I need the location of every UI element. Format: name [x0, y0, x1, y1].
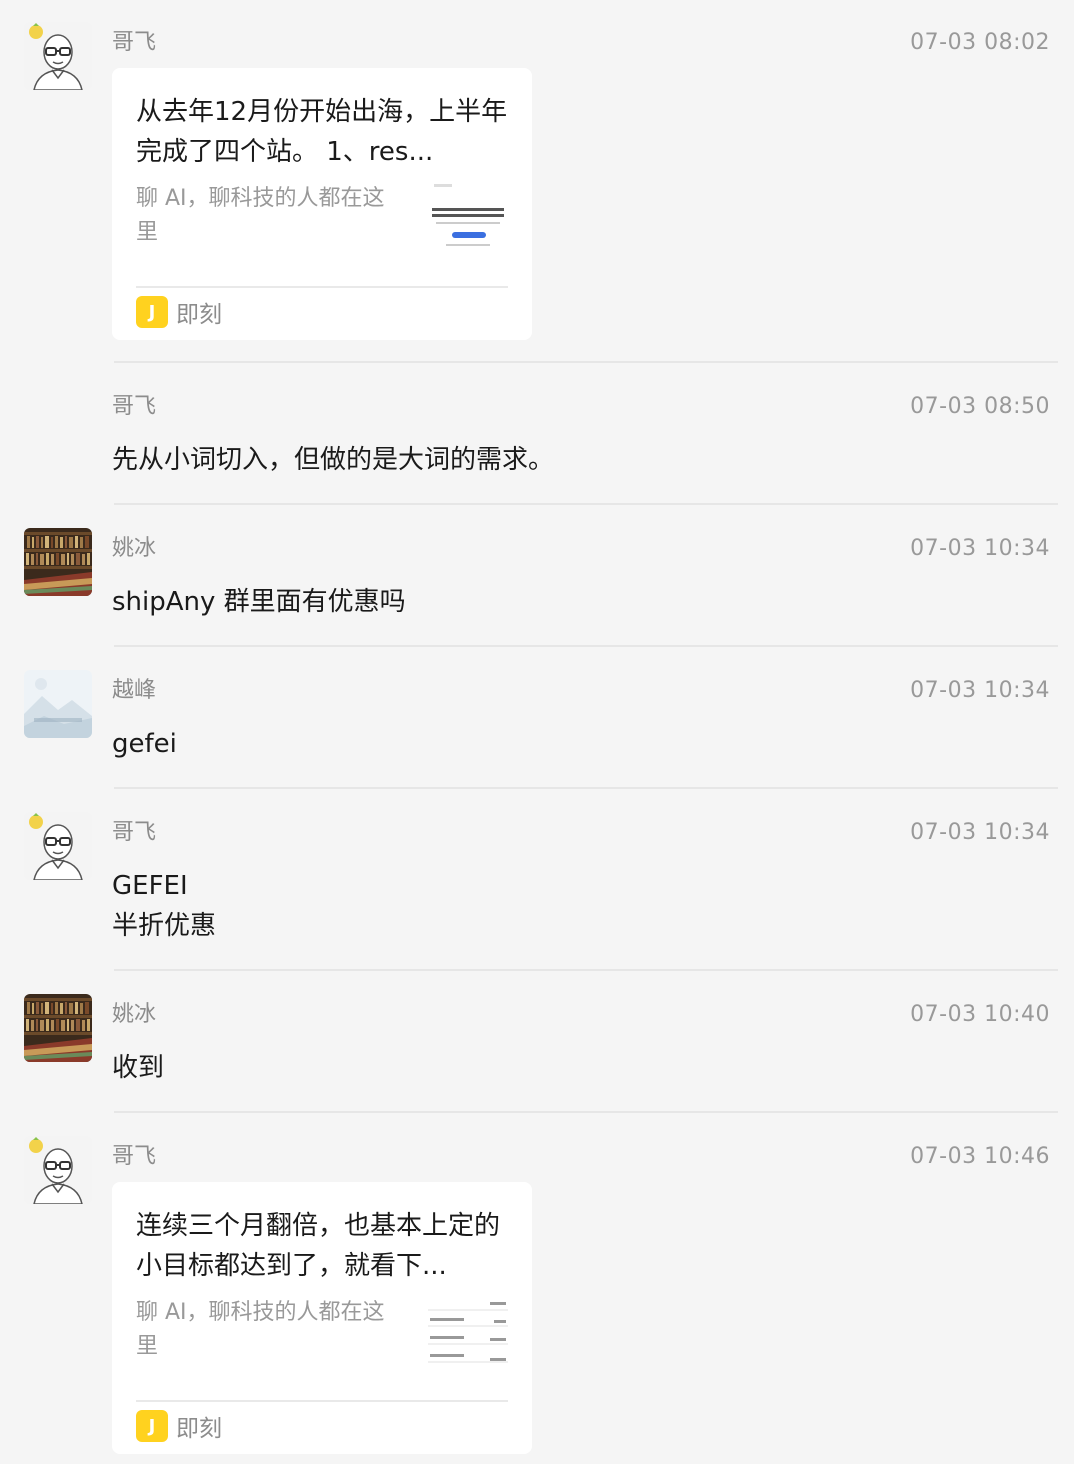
card-description: 聊 AI，聊科技的人都在这里 [136, 186, 385, 245]
jike-app-icon: J [136, 296, 168, 328]
message-timestamp: 07-03 10:40 [910, 1002, 1050, 1027]
card-source-label: 即刻 [176, 1416, 222, 1442]
card-thumbnail [428, 182, 508, 254]
message-text: 先从小词切入，但做的是大词的需求。 [112, 445, 555, 475]
card-title: 从去年12月份开始出海，上半年完成了四个站。 1、res... [136, 97, 508, 167]
message-item: 哥飞 07-03 08:50 先从小词切入，但做的是大词的需求。 [0, 364, 1074, 504]
card-title: 连续三个月翻倍，也基本上定的小目标都达到了，就看下... [136, 1211, 501, 1281]
bookshelf-avatar-icon[interactable] [24, 994, 92, 1062]
sender-name[interactable]: 哥飞 [112, 818, 156, 848]
message-timestamp: 07-03 10:34 [910, 678, 1050, 703]
bookshelf-avatar-icon[interactable] [24, 528, 92, 596]
message-timestamp: 07-03 08:50 [910, 394, 1050, 419]
card-description: 聊 AI，聊科技的人都在这里 [136, 1300, 385, 1359]
sender-name[interactable]: 越峰 [112, 676, 156, 706]
message-timestamp: 07-03 10:34 [910, 820, 1050, 845]
message-item: 姚冰 07-03 10:34 shipAny 群里面有优惠吗 [0, 506, 1074, 646]
chat-message-list: 哥飞 07-03 08:02 从去年12月份开始出海，上半年完成了四个站。 1、… [0, 0, 1074, 1464]
message-divider [114, 645, 1058, 647]
card-source: J 即刻 [136, 1410, 222, 1442]
message-divider [114, 503, 1058, 505]
message-text: shipAny 群里面有优惠吗 [112, 587, 406, 617]
message-timestamp: 07-03 10:34 [910, 536, 1050, 561]
message-divider [114, 969, 1058, 971]
message-text: 收到 [112, 1053, 165, 1083]
message-item: 姚冰 07-03 10:40 收到 [0, 972, 1074, 1112]
message-divider [114, 1111, 1058, 1113]
card-source: J 即刻 [136, 296, 222, 328]
message-item: 哥飞 07-03 10:34 GEFEI 半折优惠 [0, 790, 1074, 970]
message-item: 哥飞 07-03 08:02 从去年12月份开始出海，上半年完成了四个站。 1、… [0, 0, 1074, 362]
message-item: 越峰 07-03 10:34 gefei [0, 648, 1074, 788]
sender-name[interactable]: 哥飞 [112, 28, 156, 58]
link-card[interactable]: 从去年12月份开始出海，上半年完成了四个站。 1、res... 聊 AI，聊科技… [112, 68, 532, 340]
sender-name[interactable]: 姚冰 [112, 534, 156, 564]
message-text: GEFEI 半折优惠 [112, 866, 216, 946]
jike-app-icon: J [136, 1410, 168, 1442]
bald-glasses-avatar-icon[interactable] [24, 812, 92, 880]
link-card[interactable]: 连续三个月翻倍，也基本上定的小目标都达到了，就看下... 聊 AI，聊科技的人都… [112, 1182, 532, 1454]
message-divider [114, 361, 1058, 363]
message-timestamp: 07-03 08:02 [910, 30, 1050, 55]
sender-name[interactable]: 姚冰 [112, 1000, 156, 1030]
message-timestamp: 07-03 10:46 [910, 1144, 1050, 1169]
bald-glasses-avatar-icon[interactable] [24, 1136, 92, 1204]
sender-name[interactable]: 哥飞 [112, 392, 156, 422]
bald-glasses-avatar-icon[interactable] [24, 22, 92, 90]
card-thumbnail [428, 1296, 508, 1368]
card-source-label: 即刻 [176, 302, 222, 328]
message-divider [114, 787, 1058, 789]
message-text-line: GEFEI [112, 871, 188, 901]
sender-name[interactable]: 哥飞 [112, 1142, 156, 1172]
card-divider [136, 1400, 508, 1402]
landscape-placeholder-avatar-icon[interactable] [24, 670, 92, 738]
message-text-line: 半折优惠 [112, 911, 217, 941]
card-divider [136, 286, 508, 288]
message-item: 哥飞 07-03 10:46 连续三个月翻倍，也基本上定的小目标都达到了，就看下… [0, 1114, 1074, 1464]
message-text: gefei [112, 729, 177, 759]
